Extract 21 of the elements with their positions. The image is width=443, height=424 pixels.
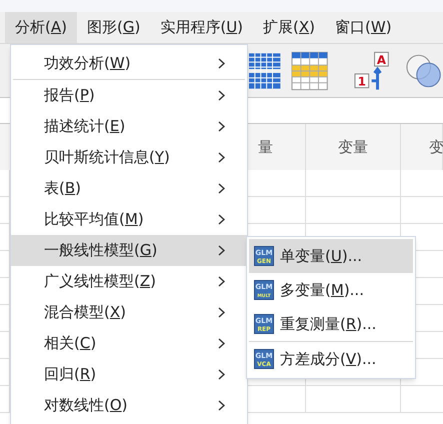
- table-icon[interactable]: [291, 50, 329, 90]
- menu-item[interactable]: 混合模型(X): [11, 297, 247, 328]
- menu-item[interactable]: 描述统计(E): [11, 111, 247, 142]
- menu-item[interactable]: 对数线性(O): [11, 390, 247, 421]
- table-icon[interactable]: [248, 50, 282, 90]
- column-header: 变量: [338, 136, 368, 158]
- menu-item[interactable]: 广义线性模型(Z): [11, 266, 247, 297]
- menu-item[interactable]: 一般线性模型(G): [11, 235, 247, 266]
- menu-item[interactable]: 贝叶斯统计信息(Y): [11, 142, 247, 173]
- menu-item[interactable]: 回归(R): [11, 359, 247, 390]
- menu-item[interactable]: 表(B): [11, 173, 247, 204]
- menu-bar-item[interactable]: 实用程序(U): [150, 12, 254, 43]
- menu-item[interactable]: 报告(P): [11, 80, 247, 111]
- column-header: 量: [258, 136, 273, 158]
- menu-item[interactable]: 功效分析(W): [11, 48, 247, 79]
- menu-item[interactable]: 比较平均值(M): [11, 204, 247, 235]
- menu-item[interactable]: 相关(C): [11, 328, 247, 359]
- menu-bar-item[interactable]: 图形(G): [76, 12, 150, 43]
- menu-bar-item[interactable]: 窗口(W): [325, 12, 402, 43]
- menu-bar-item[interactable]: 分析(A): [5, 12, 77, 43]
- menu-bar-item[interactable]: 扩展(X): [253, 12, 326, 43]
